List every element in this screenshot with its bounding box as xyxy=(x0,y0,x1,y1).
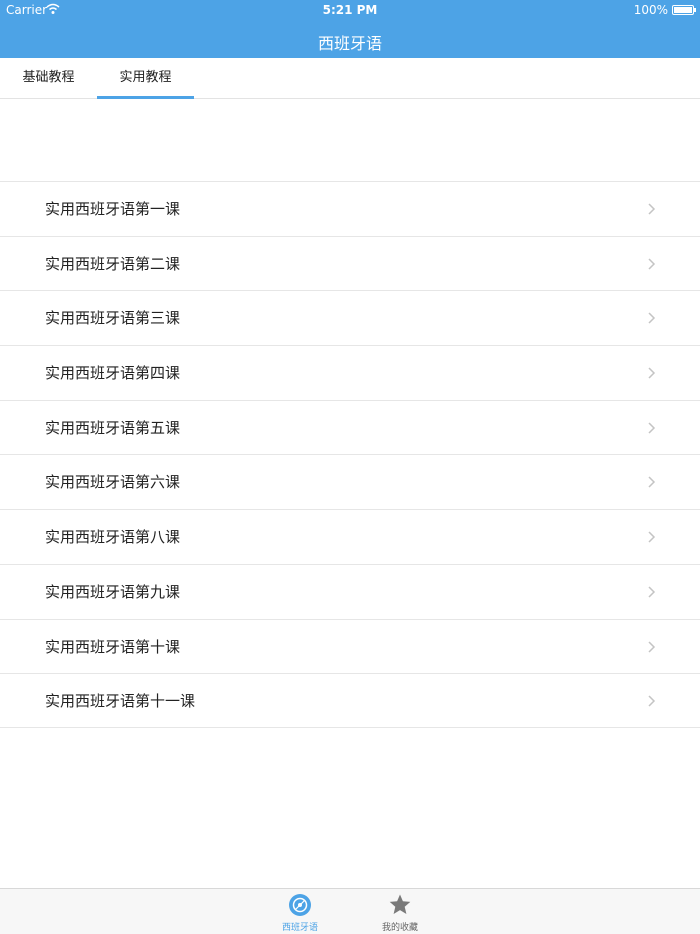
list-item-label: 实用西班牙语第二课 xyxy=(45,254,181,273)
list-item-label: 实用西班牙语第三课 xyxy=(45,309,181,328)
tabbar-item-favorites[interactable]: 我的收藏 xyxy=(370,893,430,933)
app-header: Carrier 5:21 PM 100% 西班牙语 xyxy=(0,0,700,58)
tabbar-label: 我的收藏 xyxy=(381,923,418,933)
list-item-label: 实用西班牙语第八课 xyxy=(45,528,181,547)
page-title: 西班牙语 xyxy=(317,34,382,53)
list-item-label: 实用西班牙语第九课 xyxy=(45,582,181,601)
star-icon xyxy=(389,894,411,914)
list-item[interactable]: 实用西班牙语第四课 xyxy=(0,345,700,400)
chevron-right-icon xyxy=(648,695,656,707)
tabbar-label: 西班牙语 xyxy=(281,923,318,933)
list-item-label: 实用西班牙语第十课 xyxy=(45,637,181,656)
chevron-right-icon xyxy=(648,422,656,434)
tab-practical[interactable]: 实用教程 xyxy=(97,58,194,99)
chevron-right-icon xyxy=(648,531,656,543)
tabbar-item-spanish[interactable]: 西班牙语 xyxy=(270,893,330,933)
list-item-label: 实用西班牙语第六课 xyxy=(45,473,181,492)
list-item-label: 实用西班牙语第一课 xyxy=(45,200,181,218)
list-item-label: 实用西班牙语第十一课 xyxy=(45,692,196,711)
clock: 5:21 PM xyxy=(322,3,378,17)
segment-tabs: 基础教程 实用教程 xyxy=(0,58,700,99)
list-item[interactable]: 实用西班牙语第三课 xyxy=(0,290,700,346)
list-item[interactable]: 实用西班牙语第一课 xyxy=(0,181,700,236)
chevron-right-icon xyxy=(648,258,656,270)
battery-icon xyxy=(672,5,696,15)
list-item-label: 实用西班牙语第五课 xyxy=(45,418,181,437)
chevron-right-icon xyxy=(648,476,656,488)
list-item[interactable]: 实用西班牙语第二课 xyxy=(0,235,700,291)
list-item-label: 实用西班牙语第四课 xyxy=(45,364,181,383)
list-item[interactable]: 实用西班牙语第九课 xyxy=(0,563,700,619)
disc-icon xyxy=(289,894,311,916)
bottom-tab-bar: 西班牙语 我的收藏 xyxy=(0,888,700,934)
list-item[interactable]: 实用西班牙语第六课 xyxy=(0,454,700,510)
list-item[interactable]: 实用西班牙语第八课 xyxy=(0,509,700,564)
list-item[interactable]: 实用西班牙语第十课 xyxy=(0,618,700,674)
status-bar: Carrier 5:21 PM 100% xyxy=(0,0,700,20)
list-item[interactable]: 实用西班牙语第五课 xyxy=(0,399,700,455)
chevron-right-icon xyxy=(648,640,656,653)
lesson-list: 实用西班牙语第一课 实用西班牙语第二课 实用西班牙语第三课 实用西班牙语第四课 … xyxy=(0,181,700,728)
battery-percent: 100% xyxy=(633,3,668,17)
chevron-right-icon xyxy=(648,203,656,215)
tab-basic[interactable]: 基础教程 xyxy=(0,58,97,98)
chevron-right-icon xyxy=(648,367,656,379)
chevron-right-icon xyxy=(648,586,656,598)
list-item[interactable]: 实用西班牙语第十一课 xyxy=(0,673,700,728)
chevron-right-icon xyxy=(648,312,656,324)
